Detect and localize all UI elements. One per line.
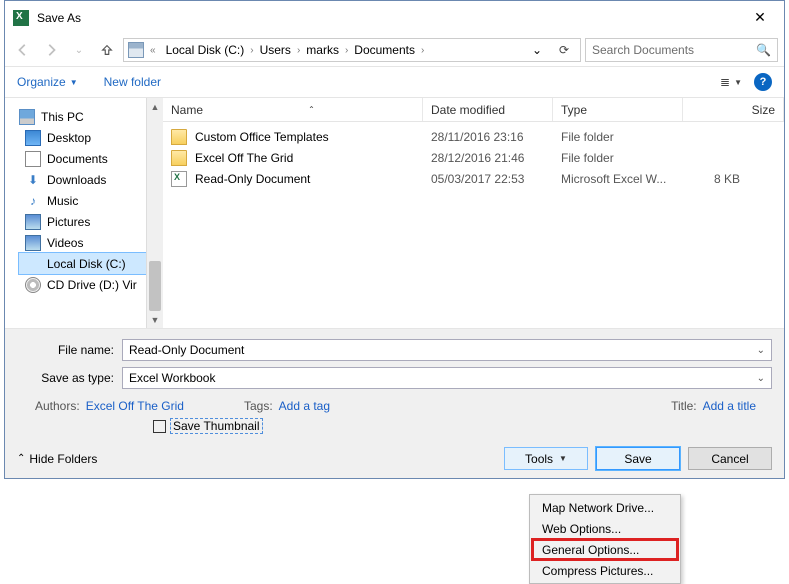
type-label: Save as type: bbox=[17, 371, 122, 385]
videos-icon bbox=[25, 235, 41, 251]
crumb-local-disk[interactable]: Local Disk (C:) bbox=[162, 40, 249, 60]
refresh-button[interactable]: ⟳ bbox=[552, 40, 576, 60]
organize-button[interactable]: Organize▼ bbox=[17, 75, 78, 89]
file-row[interactable]: Read-Only Document 05/03/2017 22:53 Micr… bbox=[163, 168, 784, 189]
toolbar: Organize▼ New folder ≣▼ ? bbox=[5, 66, 784, 98]
search-icon: 🔍 bbox=[756, 43, 771, 57]
document-icon bbox=[25, 151, 41, 167]
menu-map-drive[interactable]: Map Network Drive... bbox=[532, 497, 678, 518]
crumb-marks[interactable]: marks bbox=[302, 40, 343, 60]
folder-icon bbox=[171, 129, 187, 145]
folder-icon bbox=[171, 150, 187, 166]
pc-icon bbox=[19, 109, 35, 125]
chevron-down-icon[interactable]: ⌄ bbox=[757, 373, 765, 384]
tools-button[interactable]: Tools▼ bbox=[504, 447, 588, 470]
save-as-dialog: Save As ✕ ⌄ « Local Disk (C:)› Users› ma… bbox=[4, 0, 785, 479]
cd-icon bbox=[25, 277, 41, 293]
crumb-users[interactable]: Users bbox=[256, 40, 295, 60]
sidebar-music[interactable]: ♪Music bbox=[19, 190, 163, 211]
excel-file-icon bbox=[171, 171, 187, 187]
file-row[interactable]: Excel Off The Grid 28/12/2016 21:46 File… bbox=[163, 147, 784, 168]
dialog-title: Save As bbox=[37, 11, 744, 25]
filename-input[interactable]: Read-Only Document⌄ bbox=[122, 339, 772, 361]
authors-value[interactable]: Excel Off The Grid bbox=[86, 399, 184, 413]
address-bar[interactable]: « Local Disk (C:)› Users› marks› Documen… bbox=[123, 38, 581, 62]
thumbnail-row: Save Thumbnail bbox=[153, 419, 772, 433]
chevron-icon[interactable]: › bbox=[343, 45, 350, 56]
title-label: Title: bbox=[671, 399, 697, 413]
file-pane: Name⌃ Date modified Type Size Custom Off… bbox=[163, 98, 784, 328]
chevron-icon[interactable]: › bbox=[248, 45, 255, 56]
sidebar-local-disk[interactable]: Local Disk (C:) bbox=[19, 253, 163, 274]
scroll-thumb[interactable] bbox=[149, 261, 161, 311]
file-list: Custom Office Templates 28/11/2016 23:16… bbox=[163, 122, 784, 328]
button-row: ⌃Hide Folders Tools▼ Save Cancel bbox=[17, 447, 772, 470]
search-input[interactable]: Search Documents 🔍 bbox=[585, 38, 778, 62]
tools-menu: Map Network Drive... Web Options... Gene… bbox=[529, 494, 681, 584]
music-icon: ♪ bbox=[25, 193, 41, 209]
type-select[interactable]: Excel Workbook⌄ bbox=[122, 367, 772, 389]
menu-compress-pictures[interactable]: Compress Pictures... bbox=[532, 560, 678, 581]
file-row[interactable]: Custom Office Templates 28/11/2016 23:16… bbox=[163, 126, 784, 147]
col-date[interactable]: Date modified bbox=[423, 98, 553, 121]
authors-label: Authors: bbox=[35, 399, 80, 413]
chevron-up-icon: ⌃ bbox=[17, 453, 25, 464]
tags-label: Tags: bbox=[244, 399, 273, 413]
save-button[interactable]: Save bbox=[596, 447, 680, 470]
scroll-up-icon[interactable]: ▲ bbox=[147, 98, 163, 115]
menu-general-options[interactable]: General Options... bbox=[532, 539, 678, 560]
chevron-icon[interactable]: « bbox=[148, 45, 158, 56]
breadcrumb: Local Disk (C:)› Users› marks› Documents… bbox=[162, 40, 522, 60]
column-headers: Name⌃ Date modified Type Size bbox=[163, 98, 784, 122]
hide-folders-button[interactable]: ⌃Hide Folders bbox=[17, 452, 97, 466]
thumbnail-label: Save Thumbnail bbox=[170, 418, 263, 434]
nav-bar: ⌄ « Local Disk (C:)› Users› marks› Docum… bbox=[5, 34, 784, 66]
new-folder-button[interactable]: New folder bbox=[104, 75, 161, 89]
body: This PC Desktop Documents ⬇Downloads ♪Mu… bbox=[5, 98, 784, 328]
excel-icon bbox=[13, 10, 29, 26]
filename-label: File name: bbox=[17, 343, 122, 357]
title-value[interactable]: Add a title bbox=[703, 399, 756, 413]
search-placeholder: Search Documents bbox=[592, 43, 694, 57]
crumb-documents[interactable]: Documents bbox=[350, 40, 419, 60]
sidebar-downloads[interactable]: ⬇Downloads bbox=[19, 169, 163, 190]
title-bar: Save As ✕ bbox=[5, 1, 784, 34]
sidebar-this-pc[interactable]: This PC bbox=[19, 106, 163, 127]
sidebar-desktop[interactable]: Desktop bbox=[19, 127, 163, 148]
view-button[interactable]: ≣▼ bbox=[720, 75, 742, 89]
menu-web-options[interactable]: Web Options... bbox=[532, 518, 678, 539]
chevron-down-icon: ▼ bbox=[559, 454, 567, 463]
meta-row: Authors: Excel Off The Grid Tags: Add a … bbox=[35, 399, 772, 413]
desktop-icon bbox=[25, 130, 41, 146]
tags-value[interactable]: Add a tag bbox=[279, 399, 330, 413]
sidebar-cd-drive[interactable]: CD Drive (D:) Vir bbox=[19, 274, 163, 295]
scroll-down-icon[interactable]: ▼ bbox=[147, 311, 163, 328]
col-name[interactable]: Name⌃ bbox=[163, 98, 423, 121]
col-size[interactable]: Size bbox=[683, 98, 784, 121]
help-button[interactable]: ? bbox=[754, 73, 772, 91]
chevron-icon[interactable]: › bbox=[419, 45, 426, 56]
chevron-icon[interactable]: › bbox=[295, 45, 302, 56]
sidebar-pictures[interactable]: Pictures bbox=[19, 211, 163, 232]
cancel-button[interactable]: Cancel bbox=[688, 447, 772, 470]
back-button[interactable] bbox=[11, 38, 35, 62]
thumbnail-checkbox[interactable] bbox=[153, 420, 166, 433]
drive-icon bbox=[25, 256, 41, 272]
up-button[interactable] bbox=[95, 38, 119, 62]
pictures-icon bbox=[25, 214, 41, 230]
drive-icon bbox=[128, 42, 144, 58]
form-area: File name: Read-Only Document⌄ Save as t… bbox=[5, 328, 784, 478]
close-button[interactable]: ✕ bbox=[744, 6, 776, 30]
address-dropdown[interactable]: ⌄ bbox=[526, 43, 548, 57]
recent-dropdown[interactable]: ⌄ bbox=[67, 38, 91, 62]
download-icon: ⬇ bbox=[25, 172, 41, 188]
sidebar: This PC Desktop Documents ⬇Downloads ♪Mu… bbox=[5, 98, 163, 328]
sidebar-scrollbar[interactable]: ▲ ▼ bbox=[146, 98, 163, 328]
sidebar-videos[interactable]: Videos bbox=[19, 232, 163, 253]
sidebar-documents[interactable]: Documents bbox=[19, 148, 163, 169]
forward-button[interactable] bbox=[39, 38, 63, 62]
chevron-down-icon[interactable]: ⌄ bbox=[757, 345, 765, 356]
col-type[interactable]: Type bbox=[553, 98, 683, 121]
